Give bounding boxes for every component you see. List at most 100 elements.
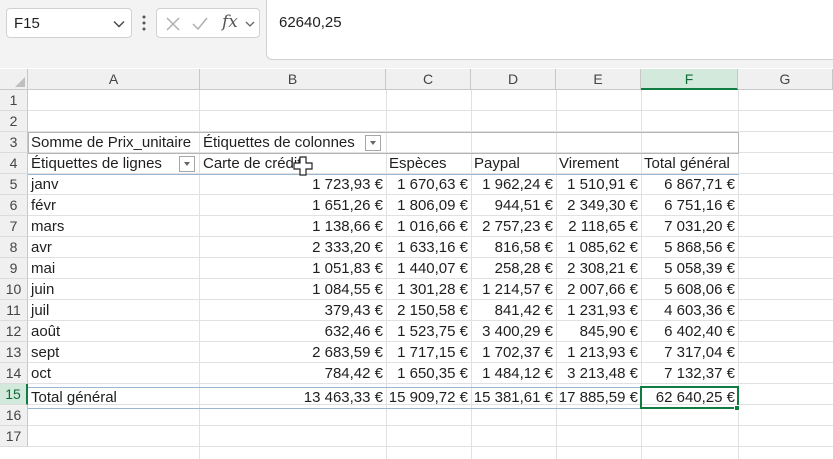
value-cell[interactable]: 944,51 € <box>471 195 556 216</box>
value-cell[interactable]: 1 016,66 € <box>386 216 471 237</box>
row-total-cell[interactable]: 5 868,56 € <box>641 237 738 258</box>
row-header-2[interactable]: 2 <box>0 111 28 132</box>
total-cell[interactable]: 17 885,59 € <box>556 387 641 408</box>
row-header-4[interactable]: 4 <box>0 153 28 174</box>
fill-handle[interactable] <box>734 405 740 411</box>
pivot-column-header[interactable]: Total général <box>641 153 738 174</box>
row-label[interactable]: avr <box>28 237 200 258</box>
row-label[interactable]: août <box>28 321 200 342</box>
row-total-cell[interactable]: 7 132,37 € <box>641 363 738 384</box>
row-header-1[interactable]: 1 <box>0 90 28 111</box>
column-header-c[interactable]: C <box>386 69 471 90</box>
enter-check-icon[interactable] <box>191 16 209 32</box>
row-header-5[interactable]: 5 <box>0 174 28 195</box>
value-cell[interactable]: 258,28 € <box>471 258 556 279</box>
value-cell[interactable]: 2 349,30 € <box>556 195 641 216</box>
formula-input[interactable]: 62640,25 <box>266 0 833 60</box>
value-cell[interactable]: 1 717,15 € <box>386 342 471 363</box>
cancel-icon[interactable] <box>165 16 181 32</box>
row-label[interactable]: juin <box>28 279 200 300</box>
row-total-cell[interactable]: 6 751,16 € <box>641 195 738 216</box>
row-header-11[interactable]: 11 <box>0 300 28 321</box>
row-labels-filter-dropdown-icon[interactable] <box>179 156 195 172</box>
value-cell[interactable]: 1 510,91 € <box>556 174 641 195</box>
value-cell[interactable]: 1 138,66 € <box>200 216 386 237</box>
column-header-a[interactable]: A <box>28 69 200 90</box>
value-cell[interactable]: 1 650,35 € <box>386 363 471 384</box>
value-cell[interactable]: 1 214,57 € <box>471 279 556 300</box>
column-header-f[interactable]: F <box>641 69 738 90</box>
value-cell[interactable]: 379,43 € <box>200 300 386 321</box>
row-header-12[interactable]: 12 <box>0 321 28 342</box>
value-cell[interactable]: 1 651,26 € <box>200 195 386 216</box>
row-label[interactable]: févr <box>28 195 200 216</box>
column-labels-filter-dropdown-icon[interactable] <box>365 135 381 151</box>
value-cell[interactable]: 3 400,29 € <box>471 321 556 342</box>
value-cell[interactable]: 1 633,16 € <box>386 237 471 258</box>
row-label[interactable]: sept <box>28 342 200 363</box>
row-header-7[interactable]: 7 <box>0 216 28 237</box>
value-cell[interactable]: 1 213,93 € <box>556 342 641 363</box>
row-label[interactable]: mars <box>28 216 200 237</box>
pivot-values-label[interactable]: Somme de Prix_unitaire <box>28 132 200 153</box>
row-header-17[interactable]: 17 <box>0 426 28 447</box>
value-cell[interactable]: 1 962,24 € <box>471 174 556 195</box>
row-total-cell[interactable]: 6 867,71 € <box>641 174 738 195</box>
pivot-row-labels-header[interactable]: Étiquettes de lignes <box>28 153 200 174</box>
row-total-cell[interactable]: 4 603,36 € <box>641 300 738 321</box>
value-cell[interactable]: 1 051,83 € <box>200 258 386 279</box>
row-label[interactable]: oct <box>28 363 200 384</box>
row-total-cell[interactable]: 7 031,20 € <box>641 216 738 237</box>
value-cell[interactable]: 1 440,07 € <box>386 258 471 279</box>
value-cell[interactable]: 2 308,21 € <box>556 258 641 279</box>
value-cell[interactable]: 2 683,59 € <box>200 342 386 363</box>
row-header-14[interactable]: 14 <box>0 363 28 384</box>
value-cell[interactable]: 2 118,65 € <box>556 216 641 237</box>
row-header-3[interactable]: 3 <box>0 132 28 153</box>
insert-function-button[interactable]: fx <box>222 12 238 32</box>
value-cell[interactable]: 1 231,93 € <box>556 300 641 321</box>
column-header-b[interactable]: B <box>200 69 386 90</box>
value-cell[interactable]: 632,46 € <box>200 321 386 342</box>
row-header-6[interactable]: 6 <box>0 195 28 216</box>
value-cell[interactable]: 845,90 € <box>556 321 641 342</box>
row-header-15[interactable]: 15 <box>0 384 28 405</box>
row-label[interactable]: janv <box>28 174 200 195</box>
total-row-label[interactable]: Total général <box>28 387 200 408</box>
value-cell[interactable]: 2 007,66 € <box>556 279 641 300</box>
row-header-9[interactable]: 9 <box>0 258 28 279</box>
row-total-cell[interactable]: 7 317,04 € <box>641 342 738 363</box>
value-cell[interactable]: 1 670,63 € <box>386 174 471 195</box>
total-cell[interactable]: 13 463,33 € <box>200 387 386 408</box>
value-cell[interactable]: 784,42 € <box>200 363 386 384</box>
chevron-down-icon[interactable] <box>245 19 255 29</box>
total-cell[interactable]: 15 909,72 € <box>386 387 471 408</box>
column-header-d[interactable]: D <box>471 69 556 90</box>
row-header-10[interactable]: 10 <box>0 279 28 300</box>
value-cell[interactable]: 1 806,09 € <box>386 195 471 216</box>
value-cell[interactable]: 1 085,62 € <box>556 237 641 258</box>
value-cell[interactable]: 2 333,20 € <box>200 237 386 258</box>
value-cell[interactable]: 2 757,23 € <box>471 216 556 237</box>
value-cell[interactable]: 841,42 € <box>471 300 556 321</box>
row-header-16[interactable]: 16 <box>0 405 28 426</box>
value-cell[interactable]: 1 723,93 € <box>200 174 386 195</box>
pivot-column-header[interactable]: Paypal <box>471 153 556 174</box>
value-cell[interactable]: 1 484,12 € <box>471 363 556 384</box>
row-header-13[interactable]: 13 <box>0 342 28 363</box>
row-total-cell[interactable]: 5 608,06 € <box>641 279 738 300</box>
row-label[interactable]: juil <box>28 300 200 321</box>
total-cell[interactable]: 15 381,61 € <box>471 387 556 408</box>
pivot-column-labels-header[interactable]: Étiquettes de colonnes <box>200 132 386 153</box>
value-cell[interactable]: 1 301,28 € <box>386 279 471 300</box>
row-total-cell[interactable]: 5 058,39 € <box>641 258 738 279</box>
value-cell[interactable]: 3 213,48 € <box>556 363 641 384</box>
value-cell[interactable]: 816,58 € <box>471 237 556 258</box>
value-cell[interactable]: 1 702,37 € <box>471 342 556 363</box>
value-cell[interactable]: 1 523,75 € <box>386 321 471 342</box>
more-options-icon[interactable] <box>141 13 147 33</box>
row-total-cell[interactable]: 6 402,40 € <box>641 321 738 342</box>
row-header-8[interactable]: 8 <box>0 237 28 258</box>
name-box[interactable]: F15 <box>6 8 132 38</box>
column-header-e[interactable]: E <box>556 69 641 90</box>
